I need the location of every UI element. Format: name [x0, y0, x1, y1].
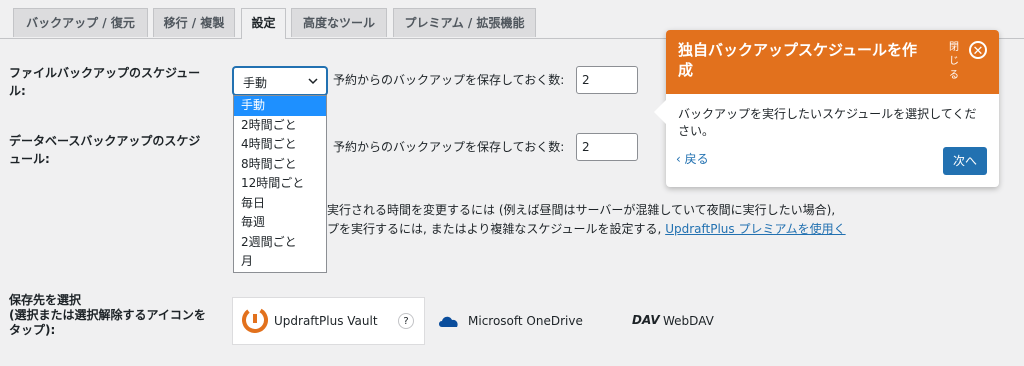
- tab-backup-restore[interactable]: バックアップ / 復元: [13, 8, 148, 37]
- popup-arrow: [654, 100, 666, 124]
- schedule-option[interactable]: 4時間ごと: [234, 135, 326, 155]
- schedule-option[interactable]: 8時間ごと: [234, 155, 326, 175]
- file-backup-schedule-label: ファイルバックアップのスケジュー ル:: [9, 64, 200, 100]
- premium-link[interactable]: UpdraftPlus プレミアムを使用く: [665, 222, 845, 236]
- schedule-option[interactable]: 月: [234, 252, 326, 272]
- db-retain-value: 2: [582, 140, 590, 154]
- schedule-option[interactable]: 2時間ごと: [234, 116, 326, 136]
- close-icon[interactable]: ✕: [969, 41, 987, 59]
- schedule-info-text: プを実行するには, またはより複雑なスケジュールを設定する,: [327, 222, 666, 236]
- tab-settings[interactable]: 設定: [241, 8, 286, 39]
- schedule-info-line2: プを実行するには, またはより複雑なスケジュールを設定する, UpdraftPl…: [327, 220, 846, 238]
- db-backup-label-line2: ュール:: [9, 152, 50, 166]
- storage-select-label: 保存先を選択 (選択または選択解除するアイコンを タップ):: [9, 293, 206, 338]
- tab-premium-extensions[interactable]: プレミアム / 拡張機能: [393, 8, 536, 37]
- schedule-tour-popup: 独自バックアップスケジュールを作成 閉じる ✕ バックアップを実行したいスケジュ…: [654, 30, 999, 187]
- db-backup-schedule-label: データベースバックアップのスケジ ュール:: [9, 132, 200, 168]
- popup-body: バックアップを実行したいスケジュールを選択してください。: [678, 107, 977, 138]
- schedule-option[interactable]: 2週間ごと: [234, 233, 326, 253]
- tab-migrate-clone[interactable]: 移行 / 複製: [153, 8, 235, 37]
- file-backup-schedule-value: 手動: [243, 76, 268, 90]
- popup-title: 独自バックアップスケジュールを作成: [678, 41, 917, 79]
- db-backup-label-line1: データベースバックアップのスケジ: [9, 134, 201, 148]
- schedule-option[interactable]: 毎週: [234, 213, 326, 233]
- db-retain-label: 予約からのバックアップを保存しておく数:: [333, 140, 565, 154]
- updraftplus-vault-icon: [241, 306, 269, 337]
- file-retain-value: 2: [582, 73, 590, 87]
- help-icon[interactable]: ?: [398, 313, 414, 329]
- schedule-option[interactable]: 12時間ごと: [234, 174, 326, 194]
- popup-header: 独自バックアップスケジュールを作成 閉じる ✕: [666, 30, 999, 94]
- popup-back-link[interactable]: ‹ 戻る: [676, 150, 709, 167]
- chevron-down-icon: [307, 72, 319, 93]
- file-backup-label-line2: ル:: [9, 84, 26, 98]
- storage-label-line2: (選択または選択解除するアイコンを: [9, 308, 206, 322]
- webdav-icon[interactable]: DAV: [632, 313, 660, 327]
- file-backup-label-line1: ファイルバックアップのスケジュー: [9, 66, 201, 80]
- storage-label-line3: タップ):: [9, 323, 56, 337]
- db-retain-input[interactable]: 2: [576, 133, 638, 161]
- file-backup-schedule-select[interactable]: 手動: [233, 67, 327, 95]
- schedule-option[interactable]: 手動: [234, 96, 326, 116]
- schedule-dropdown-list: 手動 2時間ごと 4時間ごと 8時間ごと 12時間ごと 毎日 毎週 2週間ごと …: [233, 95, 327, 273]
- updraftplus-vault-label: UpdraftPlus Vault: [274, 314, 378, 328]
- onedrive-cloud-icon[interactable]: [437, 312, 461, 333]
- storage-label-line1: 保存先を選択: [9, 293, 82, 307]
- schedule-option[interactable]: 毎日: [234, 194, 326, 214]
- tab-advanced-tools[interactable]: 高度なツール: [291, 8, 387, 37]
- file-retain-label: 予約からのバックアップを保存しておく数:: [333, 73, 565, 87]
- popup-close-label[interactable]: 閉じる: [949, 41, 961, 83]
- file-retain-input[interactable]: 2: [576, 66, 638, 94]
- webdav-label[interactable]: WebDAV: [663, 312, 714, 330]
- onedrive-label[interactable]: Microsoft OneDrive: [468, 312, 583, 330]
- popup-next-button[interactable]: 次へ: [943, 147, 987, 175]
- schedule-info-line1: 実行される時間を変更するには (例えば昼間はサーバーが混雑していて夜間に実行した…: [327, 203, 836, 217]
